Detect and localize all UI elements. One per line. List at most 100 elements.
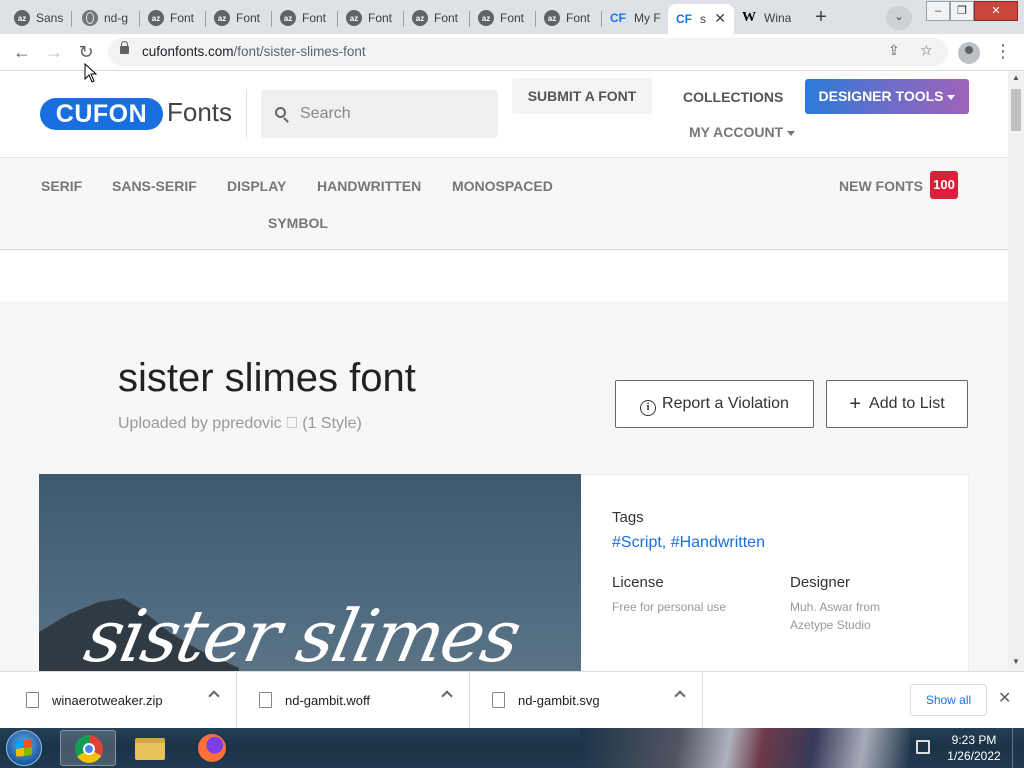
font-info-card: Tags #Script, #Handwritten License Free … <box>581 474 969 671</box>
globe-icon <box>82 10 98 26</box>
taskbar-chrome[interactable] <box>60 730 116 766</box>
browser-tab[interactable]: az Font <box>206 4 272 32</box>
page-title: sister slimes font <box>118 356 416 400</box>
back-arrow-icon[interactable]: ← <box>10 41 34 65</box>
browser-toolbar: ← → ↻ cufonfonts.com/font/sister-slimes-… <box>0 34 1024 71</box>
az-icon: az <box>214 10 230 26</box>
add-to-list-button[interactable]: + Add to List <box>826 380 968 428</box>
category-serif[interactable]: SERIF <box>41 178 82 194</box>
share-icon[interactable]: ⇪ <box>888 42 900 59</box>
tab-title: Font <box>302 11 327 25</box>
close-shelf-icon[interactable]: ✕ <box>998 688 1011 708</box>
browser-tab[interactable]: W Wina <box>734 4 800 32</box>
plus-icon: + <box>849 393 862 415</box>
category-handwritten[interactable]: HANDWRITTEN <box>317 178 421 194</box>
tags-links[interactable]: #Script, #Handwritten <box>612 534 765 552</box>
start-button[interactable] <box>6 730 42 766</box>
category-display[interactable]: DISPLAY <box>227 178 286 194</box>
star-icon[interactable]: ☆ <box>920 42 933 59</box>
new-fonts-link[interactable]: NEW FONTS <box>839 178 923 194</box>
browser-tab[interactable]: az Sans <box>6 4 72 32</box>
minimize-button[interactable]: – <box>926 1 950 21</box>
address-bar[interactable]: cufonfonts.com/font/sister-slimes-font ⇪… <box>108 38 948 66</box>
cf-icon: CF <box>610 11 626 25</box>
browser-tab[interactable]: az Font <box>338 4 404 32</box>
browser-tab[interactable]: nd-g <box>74 4 140 32</box>
url-text[interactable]: cufonfonts.com/font/sister-slimes-font <box>142 44 366 59</box>
browser-tab[interactable]: CF My F <box>602 4 668 32</box>
show-desktop-button[interactable] <box>1012 728 1024 768</box>
tab-title: My F <box>634 11 661 25</box>
category-bar: SERIF SANS-SERIF DISPLAY HANDWRITTEN MON… <box>0 158 1008 250</box>
taskbar-firefox[interactable] <box>184 730 240 766</box>
chrome-icon <box>75 735 103 763</box>
submit-font-button[interactable]: SUBMIT A FONT <box>512 78 652 114</box>
chevron-up-icon[interactable] <box>208 690 220 702</box>
new-tab-button[interactable]: + <box>808 6 834 30</box>
tab-title: Font <box>236 11 261 25</box>
profile-avatar-icon[interactable] <box>958 42 980 64</box>
browser-tab[interactable]: az Font <box>140 4 206 32</box>
page-viewport: CUFON Fonts Search SUBMIT A FONT COLLECT… <box>0 71 1008 671</box>
new-fonts-badge: 100 <box>930 171 958 199</box>
search-icon <box>275 107 286 118</box>
browser-tab[interactable]: az Font <box>272 4 338 32</box>
download-item[interactable]: nd-gambit.svg <box>470 672 703 729</box>
scroll-down-icon[interactable]: ▼ <box>1012 657 1020 666</box>
chevron-up-icon[interactable] <box>441 690 453 702</box>
designer-value-line1: Muh. Aswar from <box>790 600 881 614</box>
font-preview-image: sister slimes <box>39 474 581 671</box>
ad-strip <box>0 251 1008 301</box>
az-icon: az <box>346 10 362 26</box>
category-sans-serif[interactable]: SANS-SERIF <box>112 178 197 194</box>
chevron-up-icon[interactable] <box>674 690 686 702</box>
browser-tab-active[interactable]: CF s ✕ <box>668 4 734 34</box>
wallpaper-peek <box>580 728 910 768</box>
designer-tools-button[interactable]: DESIGNER TOOLS <box>805 79 969 114</box>
file-icon <box>26 692 39 708</box>
download-item[interactable]: winaerotweaker.zip <box>4 672 237 729</box>
category-monospaced[interactable]: MONOSPACED <box>452 178 553 194</box>
forward-arrow-icon[interactable]: → <box>42 41 66 65</box>
download-item[interactable]: nd-gambit.woff <box>237 672 470 729</box>
report-violation-button[interactable]: i Report a Violation <box>615 380 814 428</box>
preview-text: sister slimes <box>78 594 527 671</box>
logo[interactable]: CUFON <box>40 98 163 130</box>
action-center-icon[interactable] <box>916 740 930 754</box>
tags-heading: Tags <box>612 509 644 526</box>
category-symbol[interactable]: SYMBOL <box>268 215 328 231</box>
restore-button[interactable]: ❐ <box>950 1 974 21</box>
scrollbar-thumb[interactable] <box>1011 89 1021 131</box>
az-icon: az <box>148 10 164 26</box>
tab-title: Wina <box>764 11 792 25</box>
az-icon: az <box>544 10 560 26</box>
menu-icon[interactable]: ⋮ <box>994 41 1012 62</box>
collections-link[interactable]: COLLECTIONS <box>683 89 783 105</box>
tab-search-button[interactable]: ⌄ <box>886 6 912 30</box>
page-scrollbar[interactable]: ▲ ▼ <box>1008 71 1024 671</box>
designer-heading: Designer <box>790 574 851 591</box>
browser-tab[interactable]: az Font <box>404 4 470 32</box>
clock-time: 9:23 PM <box>951 733 997 747</box>
reload-icon[interactable]: ↻ <box>74 41 98 65</box>
tab-title: nd-g <box>104 11 129 25</box>
scroll-up-icon[interactable]: ▲ <box>1012 73 1020 82</box>
browser-tab[interactable]: az Font <box>536 4 602 32</box>
logo-word[interactable]: Fonts <box>167 97 232 128</box>
my-account-link[interactable]: MY ACCOUNT <box>689 124 796 140</box>
close-tab-icon[interactable]: ✕ <box>714 10 726 27</box>
close-window-button[interactable]: ✕ <box>974 1 1018 21</box>
tab-title: s <box>700 12 706 26</box>
search-input[interactable]: Search <box>261 90 498 138</box>
system-clock[interactable]: 9:23 PM 1/26/2022 <box>940 732 1008 764</box>
license-value: Free for personal use <box>612 600 727 614</box>
tab-title: Font <box>434 11 459 25</box>
download-filename: winaerotweaker.zip <box>52 693 163 708</box>
show-all-button[interactable]: Show all <box>910 684 987 716</box>
caret-down-icon <box>787 130 796 136</box>
clock-date: 1/26/2022 <box>947 749 1001 763</box>
taskbar-explorer[interactable] <box>122 730 178 766</box>
tab-title: Font <box>368 11 393 25</box>
divider <box>246 89 247 139</box>
browser-tab[interactable]: az Font <box>470 4 536 32</box>
